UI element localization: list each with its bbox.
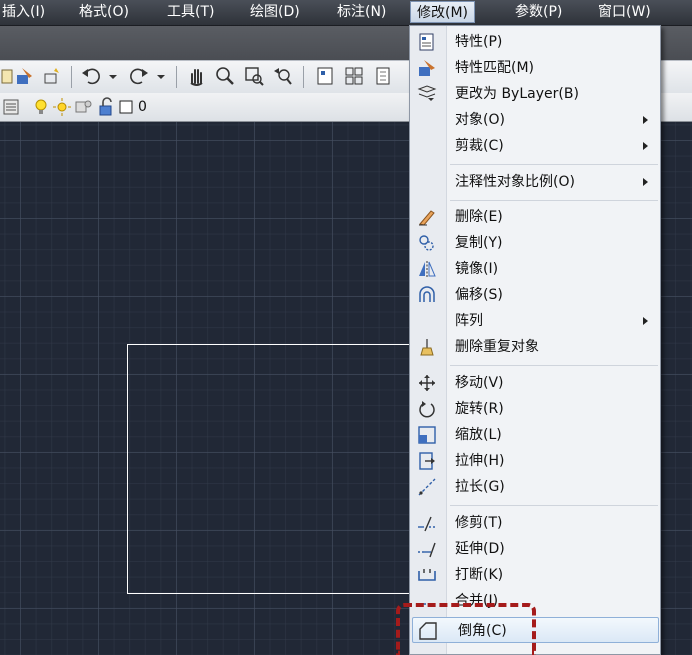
zoom-window-icon[interactable] <box>243 65 265 87</box>
menu-item-scale[interactable]: 缩放(L) <box>410 422 660 448</box>
erase-icon <box>419 210 435 226</box>
submenu-arrow-icon <box>643 178 648 186</box>
stretch-icon <box>419 452 435 470</box>
layer-thaw-sun-icon[interactable] <box>51 96 73 118</box>
layer-unlock-icon[interactable] <box>96 96 118 118</box>
zoom-realtime-icon[interactable] <box>214 65 236 87</box>
menu-item-offset[interactable]: 偏移(S) <box>410 282 660 308</box>
copy-icon <box>419 235 434 251</box>
overkill-icon <box>420 339 434 356</box>
offset-icon <box>419 286 435 302</box>
properties-palette-icon[interactable] <box>314 65 336 87</box>
layer-on-bulb-icon[interactable] <box>30 96 52 118</box>
menu-tools[interactable]: 工具(T) <box>167 0 214 25</box>
menu-format[interactable]: 格式(O) <box>79 0 129 25</box>
menu-item-trim[interactable]: 修剪(T) <box>410 510 660 536</box>
modify-menu-dropdown: 特性(P) 特性匹配(M) 更改为 ByLayer(B) 对象(O) 剪裁(C)… <box>409 25 661 655</box>
menu-insert[interactable]: 插入(I) <box>2 0 45 25</box>
menu-item-rotate[interactable]: 旋转(R) <box>410 396 660 422</box>
menu-item-lengthen[interactable]: 拉长(G) <box>410 474 660 500</box>
rotate-icon <box>419 401 435 418</box>
menu-item-match-properties[interactable]: 特性匹配(M) <box>410 55 660 81</box>
block-editor-icon[interactable] <box>42 65 64 87</box>
submenu-arrow-icon <box>643 317 648 325</box>
redo-icon[interactable] <box>128 65 150 87</box>
match-properties-icon[interactable] <box>14 65 36 87</box>
annotation-highlight-box <box>396 603 536 655</box>
menu-item-properties[interactable]: 特性(P) <box>410 29 660 55</box>
design-center-icon[interactable] <box>343 65 365 87</box>
drawn-rectangle[interactable] <box>127 344 417 594</box>
menu-item-erase[interactable]: 删除(E) <box>410 204 660 230</box>
current-layer-name[interactable]: 0 <box>138 94 147 120</box>
menu-dimension[interactable]: 标注(N) <box>337 0 386 25</box>
menu-separator <box>450 505 658 506</box>
menu-bar: 插入(I) 格式(O) 工具(T) 绘图(D) 标注(N) 修改(M) 参数(P… <box>0 0 692 26</box>
menu-item-object[interactable]: 对象(O) <box>410 107 660 133</box>
submenu-arrow-icon <box>643 142 648 150</box>
layer-viewport-icon[interactable] <box>73 96 95 118</box>
menu-item-move[interactable]: 移动(V) <box>410 370 660 396</box>
menu-item-stretch[interactable]: 拉伸(H) <box>410 448 660 474</box>
pan-icon[interactable] <box>186 65 208 87</box>
undo-icon[interactable] <box>80 65 102 87</box>
mirror-icon <box>419 261 436 277</box>
trim-icon <box>418 516 436 532</box>
menu-item-array[interactable]: 阵列 <box>410 308 660 334</box>
bylayer-icon <box>417 85 437 101</box>
menu-window[interactable]: 窗口(W) <box>598 0 651 25</box>
break-icon <box>418 569 436 581</box>
properties-icon <box>419 33 434 51</box>
menu-separator <box>450 164 658 165</box>
menu-item-break[interactable]: 打断(K) <box>410 562 660 588</box>
menu-draw[interactable]: 绘图(D) <box>250 0 300 25</box>
menu-separator <box>450 200 658 201</box>
menu-item-copy[interactable]: 复制(Y) <box>410 230 660 256</box>
zoom-previous-icon[interactable] <box>272 65 294 87</box>
lengthen-icon <box>418 478 436 496</box>
menu-parameters[interactable]: 参数(P) <box>515 0 562 25</box>
extend-icon <box>418 542 436 558</box>
menu-item-annotative-scale[interactable]: 注释性对象比例(O) <box>410 169 660 195</box>
layer-color-swatch-icon[interactable] <box>118 96 134 118</box>
menu-modify[interactable]: 修改(M) <box>410 1 476 23</box>
menu-separator <box>450 365 658 366</box>
submenu-arrow-icon <box>643 116 648 124</box>
scale-icon <box>418 426 436 444</box>
redo-dropdown-icon[interactable] <box>154 65 168 87</box>
undo-dropdown-icon[interactable] <box>106 65 120 87</box>
menu-item-mirror[interactable]: 镜像(I) <box>410 256 660 282</box>
layer-states-icon[interactable] <box>0 96 22 118</box>
move-icon <box>419 375 435 391</box>
menu-item-overkill[interactable]: 删除重复对象 <box>410 334 660 360</box>
menu-item-extend[interactable]: 延伸(D) <box>410 536 660 562</box>
match-properties-icon <box>419 60 435 76</box>
tool-palettes-icon[interactable] <box>372 65 394 87</box>
menu-item-clip[interactable]: 剪裁(C) <box>410 133 660 159</box>
menu-item-change-to-bylayer[interactable]: 更改为 ByLayer(B) <box>410 81 660 107</box>
